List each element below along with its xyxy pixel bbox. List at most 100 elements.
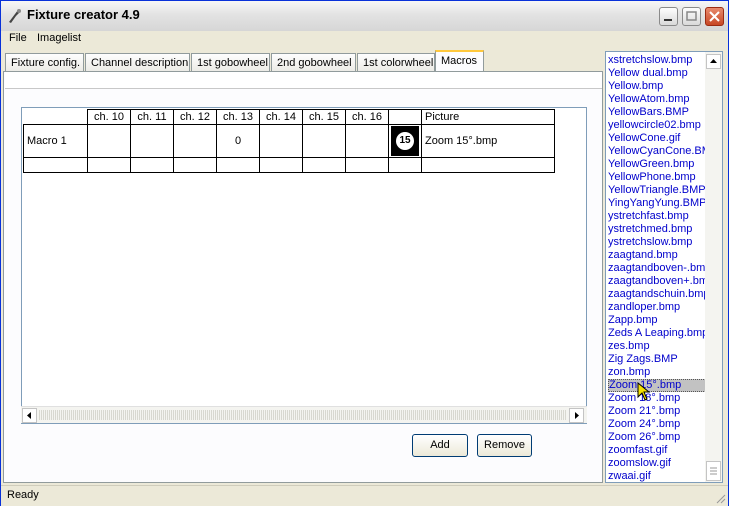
- resize-grip-icon[interactable]: [714, 492, 726, 504]
- column-header[interactable]: ch. 12: [173, 109, 217, 125]
- image-list-item[interactable]: zaagtandschuin.bmp: [608, 288, 708, 301]
- scroll-track[interactable]: [39, 410, 567, 420]
- image-list-item[interactable]: YellowCyanCone.BMP: [608, 145, 708, 158]
- column-header[interactable]: ch. 16: [345, 109, 389, 125]
- image-list-item[interactable]: Zoom 24°.bmp: [608, 418, 708, 431]
- status-bar: Ready: [1, 485, 728, 506]
- grid-cell[interactable]: [87, 124, 131, 158]
- image-list-item[interactable]: zandloper.bmp: [608, 301, 708, 314]
- image-list-item[interactable]: zaagtandboven+.bmp: [608, 275, 708, 288]
- tab-1st-colorwheel[interactable]: 1st colorwheel: [357, 53, 435, 71]
- arrow-up-icon: [710, 59, 717, 63]
- minimize-icon: [664, 19, 672, 21]
- image-list-item[interactable]: YingYangYung.BMP: [608, 197, 708, 210]
- image-list[interactable]: xstretchslow.bmp Yellow dual.bmp Yellow.bm…: [605, 51, 723, 483]
- tab-strip: Fixture config. Channel description 1st …: [3, 50, 603, 72]
- close-button[interactable]: [705, 7, 724, 26]
- row-label[interactable]: [23, 157, 88, 173]
- grid-cell[interactable]: [302, 157, 346, 173]
- grid-cell[interactable]: [130, 157, 174, 173]
- status-text: Ready: [7, 489, 39, 501]
- macro-table: ch. 10 ch. 11 ch. 12 ch. 13 ch. 14 ch. 1…: [23, 109, 555, 173]
- tab-channel-description[interactable]: Channel description: [85, 53, 190, 71]
- image-list-item[interactable]: ystretchfast.bmp: [608, 210, 708, 223]
- grid-cell[interactable]: [216, 157, 260, 173]
- grid-cell[interactable]: [259, 157, 303, 173]
- zoom-15-thumbnail: 15: [391, 126, 419, 156]
- image-list-item[interactable]: zon.bmp: [608, 366, 708, 379]
- scroll-up-button[interactable]: [706, 54, 721, 69]
- macro-grid[interactable]: ch. 10 ch. 11 ch. 12 ch. 13 ch. 14 ch. 1…: [21, 107, 587, 424]
- scroll-right-button[interactable]: [569, 408, 584, 423]
- column-header[interactable]: ch. 13: [216, 109, 260, 125]
- picture-cell[interactable]: [421, 157, 555, 173]
- grid-cell[interactable]: [173, 124, 217, 158]
- grid-cell[interactable]: [130, 124, 174, 158]
- image-list-item[interactable]: ystretchmed.bmp: [608, 223, 708, 236]
- menu-imagelist[interactable]: Imagelist: [37, 32, 81, 44]
- image-list-item[interactable]: zaagtand.bmp: [608, 249, 708, 262]
- image-list-item[interactable]: xstretchslow.bmp: [608, 54, 708, 67]
- grid-cell[interactable]: [259, 124, 303, 158]
- image-list-item[interactable]: YellowPhone.bmp: [608, 171, 708, 184]
- vertical-scrollbar[interactable]: [705, 52, 722, 482]
- image-list-item[interactable]: Zig Zags.BMP: [608, 353, 708, 366]
- image-list-item[interactable]: zaagtandboven-.bmp: [608, 262, 708, 275]
- maximize-icon: [686, 11, 697, 21]
- grid-cell[interactable]: [345, 124, 389, 158]
- column-header[interactable]: ch. 15: [302, 109, 346, 125]
- tab-macros[interactable]: Macros: [435, 50, 484, 72]
- scroll-thumb[interactable]: [706, 461, 721, 481]
- grid-cell[interactable]: [345, 157, 389, 173]
- column-header[interactable]: ch. 10: [87, 109, 131, 125]
- image-list-item[interactable]: Zoom 15°.bmp: [608, 379, 708, 392]
- image-list-item[interactable]: Zoom 26°.bmp: [608, 431, 708, 444]
- image-list-item[interactable]: Zeds A Leaping.bmp: [608, 327, 708, 340]
- image-list-item[interactable]: yellowcircle02.bmp: [608, 119, 708, 132]
- image-list-item[interactable]: zes.bmp: [608, 340, 708, 353]
- tab-1st-gobowheel[interactable]: 1st gobowheel: [191, 53, 270, 71]
- image-list-item[interactable]: YellowBars.BMP: [608, 106, 708, 119]
- image-list-item[interactable]: YellowTriangle.BMP: [608, 184, 708, 197]
- grid-cell[interactable]: [388, 157, 422, 173]
- horizontal-scrollbar[interactable]: [21, 406, 587, 423]
- column-header[interactable]: [388, 109, 422, 125]
- app-icon: [9, 9, 21, 23]
- column-header-picture[interactable]: Picture: [421, 109, 555, 125]
- table-row: [23, 157, 555, 173]
- image-list-item[interactable]: zoomfast.gif: [608, 444, 708, 457]
- scroll-left-button[interactable]: [22, 408, 37, 423]
- image-list-item[interactable]: YellowAtom.bmp: [608, 93, 708, 106]
- row-label[interactable]: Macro 1: [23, 124, 88, 158]
- image-list-item[interactable]: Zoom 18°.bmp: [608, 392, 708, 405]
- grid-cell[interactable]: [302, 124, 346, 158]
- image-list-item[interactable]: ystretchslow.bmp: [608, 236, 708, 249]
- grid-cell[interactable]: [173, 157, 217, 173]
- image-list-item[interactable]: Yellow.bmp: [608, 80, 708, 93]
- arrow-right-icon: [575, 412, 579, 419]
- grid-cell[interactable]: 0: [216, 124, 260, 158]
- image-list-item[interactable]: Zoom 21°.bmp: [608, 405, 708, 418]
- image-list-item[interactable]: Zapp.bmp: [608, 314, 708, 327]
- image-list-item[interactable]: zwaai.gif: [608, 470, 708, 482]
- image-list-item[interactable]: YellowGreen.bmp: [608, 158, 708, 171]
- add-button[interactable]: Add: [412, 434, 468, 457]
- corner-cell: [23, 109, 88, 125]
- column-header[interactable]: ch. 11: [130, 109, 174, 125]
- title-bar[interactable]: Fixture creator 4.9: [1, 1, 728, 32]
- remove-button[interactable]: Remove: [477, 434, 532, 457]
- minimize-button[interactable]: [659, 7, 678, 26]
- image-list-item[interactable]: YellowCone.gif: [608, 132, 708, 145]
- image-list-item[interactable]: Yellow dual.bmp: [608, 67, 708, 80]
- column-header[interactable]: ch. 14: [259, 109, 303, 125]
- maximize-button[interactable]: [682, 7, 701, 26]
- menu-file[interactable]: File: [9, 32, 27, 44]
- image-list-item[interactable]: zoomslow.gif: [608, 457, 708, 470]
- picture-cell[interactable]: Zoom 15°.bmp: [421, 124, 555, 158]
- description-field[interactable]: [5, 72, 602, 89]
- grid-cell[interactable]: [87, 157, 131, 173]
- gobo-image-cell[interactable]: 15: [388, 124, 422, 158]
- mouse-cursor-icon: [637, 382, 651, 401]
- tab-fixture-config[interactable]: Fixture config.: [5, 53, 84, 71]
- tab-2nd-gobowheel[interactable]: 2nd gobowheel: [271, 53, 356, 71]
